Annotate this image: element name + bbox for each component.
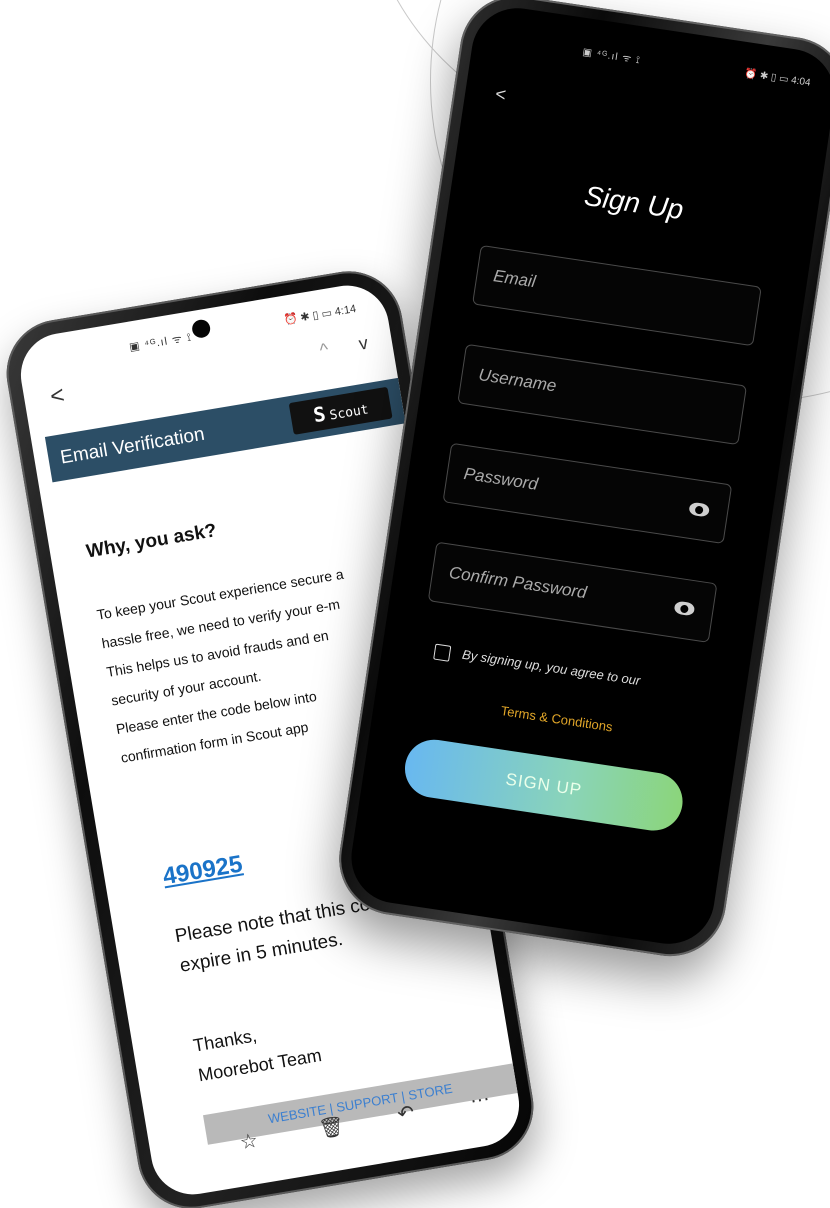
agree-text: By signing up, you agree to our — [461, 646, 642, 689]
chevron-up-icon[interactable]: ^ — [318, 339, 330, 361]
stage: ▣ ⁴ᴳ.ıl ᯤ ⟟ ⏰ ✱ ▯ ▭ 4:14 < ^ v Email Ver… — [0, 0, 830, 1208]
trash-icon[interactable]: 🗑 — [317, 1113, 346, 1142]
status-icons-left: ▣ ⁴ᴳ.ıl ᯤ ⟟ — [128, 331, 193, 354]
back-icon[interactable]: < — [48, 381, 66, 411]
verification-code-link[interactable]: 490925 — [161, 850, 245, 891]
chevron-down-icon[interactable]: v — [357, 333, 369, 355]
sign-up-button[interactable]: SIGN UP — [401, 735, 687, 835]
eye-icon[interactable] — [688, 501, 711, 518]
password-placeholder: Password — [462, 464, 540, 494]
star-icon[interactable]: ☆ — [238, 1128, 260, 1156]
page-title: Sign Up — [582, 179, 686, 226]
terms-checkbox[interactable] — [433, 643, 452, 662]
eye-icon[interactable] — [673, 600, 696, 617]
email-placeholder: Email — [492, 266, 537, 292]
username-placeholder: Username — [477, 365, 558, 396]
password-field[interactable]: Password — [442, 442, 733, 545]
terms-agreement: By signing up, you agree to our — [433, 643, 641, 690]
username-field[interactable]: Username — [457, 343, 748, 446]
signup-phone: ▣ ⁴ᴳ.ıl ᯤ ⟟ ⏰ ✱ ▯ ▭ 4:04 < Sign Up Email… — [331, 0, 830, 964]
scout-logo-mark: S — [311, 401, 328, 428]
signup-screen: ▣ ⁴ᴳ.ıl ᯤ ⟟ ⏰ ✱ ▯ ▭ 4:04 < Sign Up Email… — [345, 1, 830, 951]
status-icons-right: ⏰ ✱ ▯ ▭ 4:04 — [743, 68, 812, 89]
reply-icon[interactable]: ↶ — [396, 1099, 417, 1126]
scout-logo-text: Scout — [328, 402, 370, 424]
more-icon[interactable]: ... — [468, 1083, 491, 1109]
status-icons-left: ▣ ⁴ᴳ.ıl ᯤ ⟟ — [581, 46, 642, 67]
scout-logo: SScout — [288, 386, 393, 435]
back-icon[interactable]: < — [494, 83, 507, 105]
status-bar: ▣ ⁴ᴳ.ıl ᯤ ⟟ ⏰ ✱ ▯ ▭ 4:04 — [473, 24, 830, 98]
status-icons-right: ⏰ ✱ ▯ ▭ 4:14 — [283, 302, 358, 327]
confirm-password-field[interactable]: Confirm Password — [427, 541, 718, 643]
email-heading: Why, you ask? — [84, 520, 219, 563]
email-field[interactable]: Email — [472, 244, 762, 347]
email-title: Email Verification — [58, 423, 207, 469]
confirm-password-placeholder: Confirm Password — [447, 562, 588, 603]
